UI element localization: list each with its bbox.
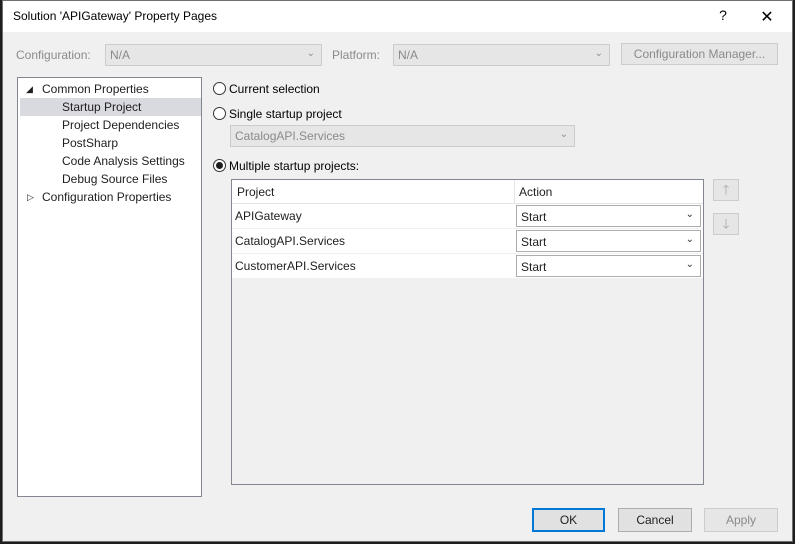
single-startup-combo[interactable]: CatalogAPI.Services ⌄ [230,125,575,147]
current-selection-radio[interactable]: Current selection [213,81,413,99]
radio-label: Current selection [229,82,320,96]
arrow-down-icon: 🡓 [722,216,730,231]
action-value: Start [521,235,547,249]
chevron-down-icon: ⌄ [685,234,694,245]
help-button[interactable]: ? [715,7,731,25]
ok-button[interactable]: OK [532,508,605,532]
chevron-down-icon: ⌄ [594,48,603,59]
tree-item-common-properties[interactable]: Common Properties [42,80,192,98]
project-cell: CatalogAPI.Services [235,234,346,248]
tree-item-project-dependencies[interactable]: Project Dependencies [62,116,201,134]
tree-item-label: Code Analysis Settings [62,154,185,168]
tree-item-label: Debug Source Files [62,172,168,186]
title-bar: Solution 'APIGateway' Property Pages ? ✕ [3,1,792,32]
action-dropdown[interactable]: Start ⌄ [516,255,701,277]
startup-projects-grid: Project Action APIGateway Start ⌄ Catalo… [231,179,704,485]
single-startup-value: CatalogAPI.Services [235,129,346,143]
action-value: Start [521,210,547,224]
chevron-down-icon: ⌄ [559,129,568,140]
configuration-label: Configuration: [16,48,91,62]
table-row[interactable]: CatalogAPI.Services Start ⌄ [232,229,703,254]
apply-button[interactable]: Apply [704,508,778,532]
radio-label: Single startup project [229,107,342,121]
single-startup-radio[interactable]: Single startup project [213,106,413,124]
tree-item-label: Project Dependencies [62,118,180,132]
chevron-down-icon: ⌄ [685,259,694,270]
cancel-button[interactable]: Cancel [618,508,692,532]
chevron-down-icon: ⌄ [685,209,694,220]
arrow-up-icon: 🡑 [722,182,730,197]
window-title: Solution 'APIGateway' Property Pages [13,9,218,23]
radio-button[interactable] [213,159,226,172]
collapsed-icon[interactable]: ▷ [27,192,34,203]
action-dropdown[interactable]: Start ⌄ [516,230,701,252]
column-divider[interactable] [514,180,515,203]
chevron-down-icon: ⌄ [306,48,315,59]
expanded-icon[interactable]: ◢ [26,84,33,95]
tree-item-label: Common Properties [42,82,149,96]
tree-item-debug-source-files[interactable]: Debug Source Files [62,170,201,188]
table-row[interactable]: APIGateway Start ⌄ [232,204,703,229]
property-pages-dialog: Solution 'APIGateway' Property Pages ? ✕… [2,0,793,542]
grid-header: Project Action [232,180,703,204]
tree-item-postsharp[interactable]: PostSharp [62,134,201,152]
project-cell: CustomerAPI.Services [235,259,356,273]
property-tree: ◢ Common Properties Startup Project Proj… [17,77,202,497]
radio-button[interactable] [213,107,226,120]
move-up-button[interactable]: 🡑 [713,179,739,201]
tree-item-label: PostSharp [62,136,119,150]
platform-label: Platform: [332,48,381,62]
configuration-value: N/A [110,48,131,62]
radio-button[interactable] [213,82,226,95]
tree-item-code-analysis-settings[interactable]: Code Analysis Settings [62,152,201,170]
tree-item-configuration-properties[interactable]: Configuration Properties [42,188,201,206]
table-row[interactable]: CustomerAPI.Services Start ⌄ [232,254,703,279]
column-header-action[interactable]: Action [519,185,552,199]
tree-item-startup-project[interactable]: Startup Project [20,98,201,116]
configuration-combo[interactable]: N/A ⌄ [105,44,322,66]
move-down-button[interactable]: 🡓 [713,213,739,235]
tree-item-label: Startup Project [62,100,142,114]
radio-label: Multiple startup projects: [229,159,360,173]
configuration-manager-button[interactable]: Configuration Manager... [621,43,778,65]
platform-value: N/A [398,48,419,62]
action-value: Start [521,260,547,274]
action-dropdown[interactable]: Start ⌄ [516,205,701,227]
project-cell: APIGateway [235,209,302,223]
column-header-project[interactable]: Project [237,185,274,199]
multiple-startup-radio[interactable]: Multiple startup projects: [213,158,433,176]
close-button[interactable]: ✕ [758,7,776,26]
tree-item-label: Configuration Properties [42,190,172,204]
platform-combo[interactable]: N/A ⌄ [393,44,610,66]
